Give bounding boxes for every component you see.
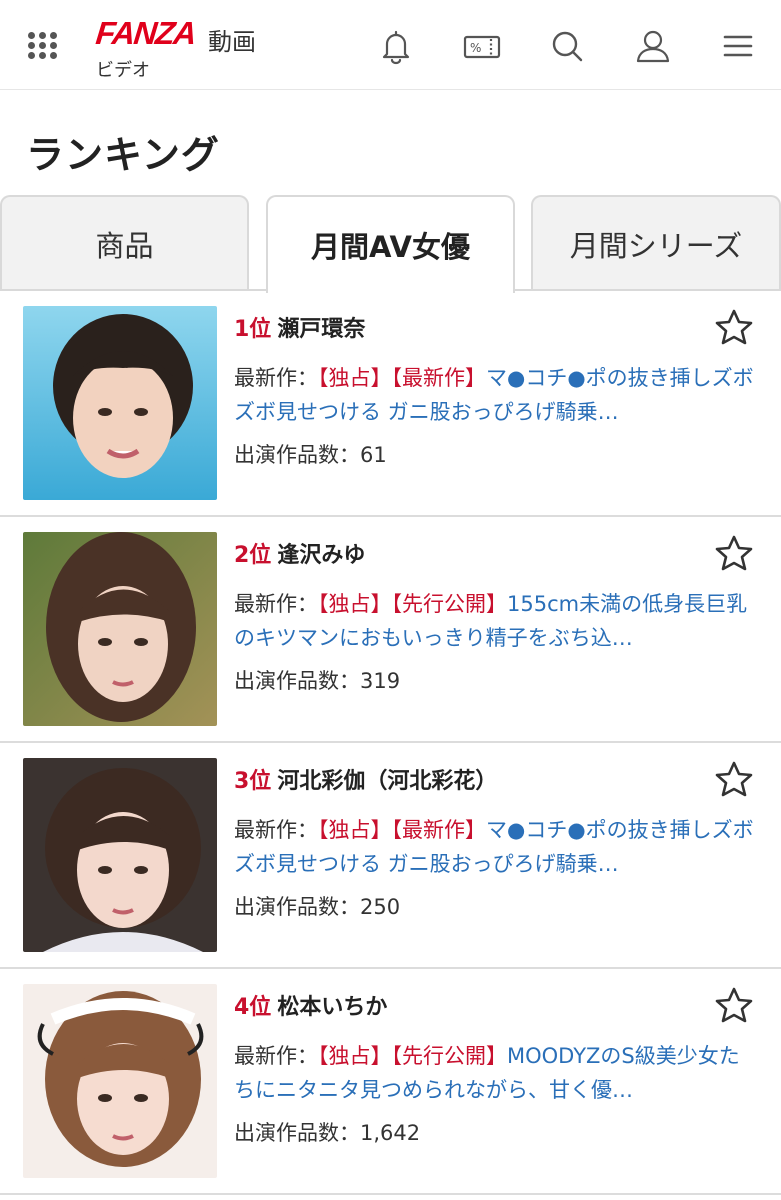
rank-heading: 3位 河北彩伽（河北彩花） <box>234 763 497 795</box>
latest-work[interactable]: 最新作：【独占】【先行公開】155cm未満の低身長巨乳のキツマンにおもいっきり精… <box>234 587 758 655</box>
latest-tags: 【独占】【最新作】 <box>318 818 486 842</box>
latest-tags: 【独占】【先行公開】 <box>318 592 507 616</box>
latest-work[interactable]: 最新作：【独占】【最新作】マ●コチ●ポの抜き挿しズボズボ見せつける ガニ股おっぴ… <box>234 361 758 429</box>
logo-doga-text: 動画 <box>208 28 256 56</box>
actress-photo[interactable] <box>23 306 217 500</box>
latest-label: 最新作： <box>234 1044 318 1068</box>
latest-label: 最新作： <box>234 592 318 616</box>
ranking-item[interactable]: 3位 河北彩伽（河北彩花） 最新作：【独占】【最新作】マ●コチ●ポの抜き挿しズボズ… <box>0 743 781 969</box>
user-icon[interactable] <box>633 26 673 66</box>
latest-label: 最新作： <box>234 818 318 842</box>
logo-fanza-text: FANZA <box>94 15 198 51</box>
work-count: 出演作品数：1,642 <box>234 1121 421 1145</box>
actress-name[interactable]: 河北彩伽（河北彩花） <box>277 769 497 794</box>
favorite-star-icon[interactable] <box>713 985 755 1027</box>
ranking-item[interactable]: 2位 逢沢みゆ 最新作：【独占】【先行公開】155cm未満の低身長巨乳のキツマンに… <box>0 517 781 743</box>
ranking-tabs: 商品 月間AV女優 月間シリーズ <box>0 195 781 293</box>
ranking-item[interactable]: 4位 松本いちか 最新作：【独占】【先行公開】MOODYZのS級美少女たちにニタニ… <box>0 969 781 1195</box>
favorite-star-icon[interactable] <box>713 307 755 349</box>
actress-name[interactable]: 松本いちか <box>277 995 387 1020</box>
latest-tags: 【独占】【最新作】 <box>318 366 486 390</box>
latest-work[interactable]: 最新作：【独占】【最新作】マ●コチ●ポの抜き挿しズボズボ見せつける ガニ股おっぴ… <box>234 813 758 881</box>
logo-video-text: ビデオ <box>96 60 150 81</box>
favorite-star-icon[interactable] <box>713 533 755 575</box>
actress-photo[interactable] <box>23 984 217 1178</box>
rank-number: 3位 <box>234 769 272 794</box>
menu-grid-icon[interactable] <box>28 32 58 60</box>
rank-heading: 2位 逢沢みゆ <box>234 537 365 569</box>
svg-text:%: % <box>470 41 481 55</box>
ranking-item[interactable]: 1位 瀬戸環奈 最新作：【独占】【最新作】マ●コチ●ポの抜き挿しズボズボ見せつける… <box>0 291 781 517</box>
coupon-icon[interactable]: % <box>462 26 502 66</box>
fanza-logo[interactable]: FANZA 動画 ビデオ <box>94 15 256 81</box>
work-count: 出演作品数：319 <box>234 669 401 693</box>
bell-icon[interactable] <box>376 26 416 66</box>
actress-name[interactable]: 瀬戸環奈 <box>277 317 365 342</box>
rank-number: 2位 <box>234 543 272 568</box>
hamburger-icon[interactable] <box>718 26 758 66</box>
work-count: 出演作品数：61 <box>234 443 387 467</box>
page-title: ランキング <box>26 133 220 177</box>
latest-work[interactable]: 最新作：【独占】【先行公開】MOODYZのS級美少女たちにニタニタ見つめられなが… <box>234 1039 758 1107</box>
tab-monthly-actress[interactable]: 月間AV女優 <box>266 195 515 293</box>
app-header: FANZA 動画 ビデオ % <box>0 0 781 90</box>
tab-monthly-series[interactable]: 月間シリーズ <box>531 195 781 291</box>
search-icon[interactable] <box>547 26 587 66</box>
rank-number: 1位 <box>234 317 272 342</box>
work-count: 出演作品数：250 <box>234 895 401 919</box>
actress-name[interactable]: 逢沢みゆ <box>277 543 365 568</box>
favorite-star-icon[interactable] <box>713 759 755 801</box>
actress-photo[interactable] <box>23 758 217 952</box>
latest-label: 最新作： <box>234 366 318 390</box>
latest-tags: 【独占】【先行公開】 <box>318 1044 507 1068</box>
rank-number: 4位 <box>234 995 272 1020</box>
rank-heading: 4位 松本いちか <box>234 989 387 1021</box>
actress-photo[interactable] <box>23 532 217 726</box>
rank-heading: 1位 瀬戸環奈 <box>234 311 365 343</box>
tab-products[interactable]: 商品 <box>0 195 249 291</box>
